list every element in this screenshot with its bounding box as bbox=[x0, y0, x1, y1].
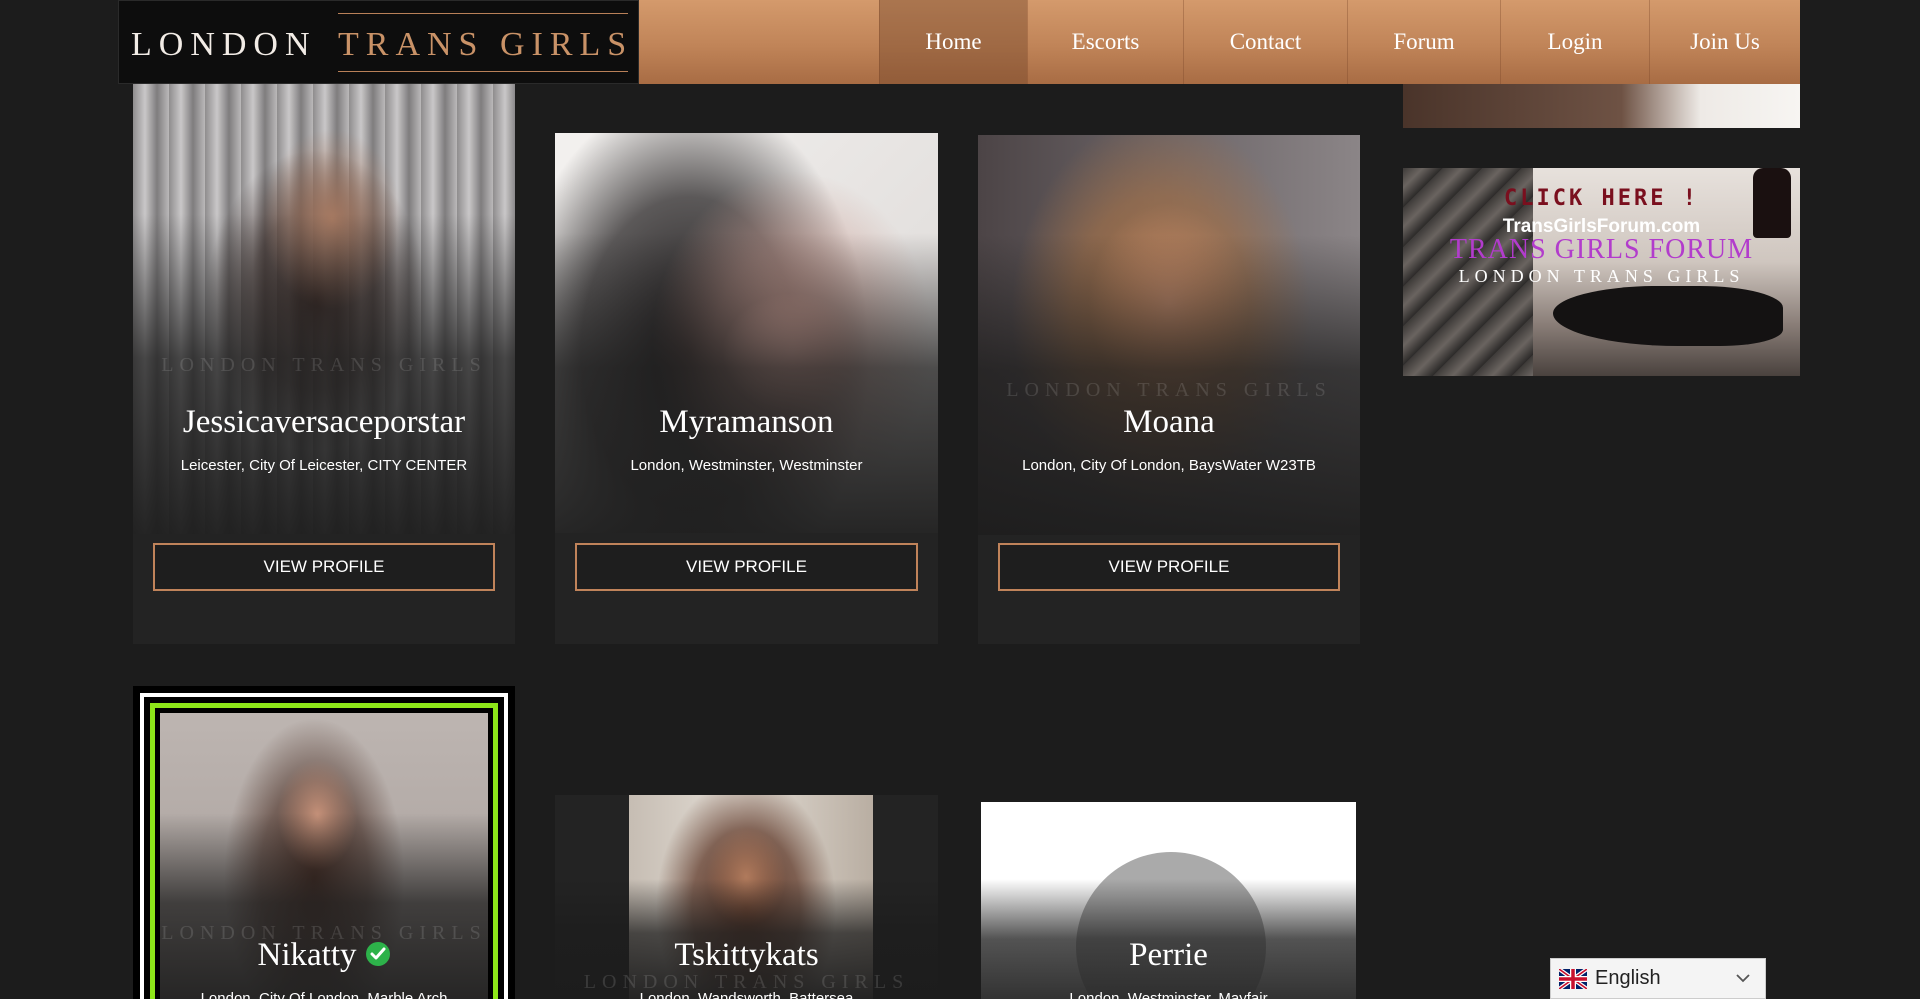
card-name: Jessicaversaceporstar bbox=[182, 404, 466, 440]
nav-forum[interactable]: Forum bbox=[1347, 0, 1500, 84]
card-name: Nikatty bbox=[257, 937, 357, 973]
site-header: LONDON TRANS GIRLS Home Escorts Contact … bbox=[118, 0, 1800, 84]
main-nav: Home Escorts Contact Forum Login Join Us bbox=[879, 0, 1800, 84]
logo-text-trans-girls: TRANS GIRLS bbox=[338, 26, 634, 63]
forum-banner[interactable]: CLICK HERE ! TransGirlsForum.com TRANS G… bbox=[1403, 168, 1800, 376]
escort-card: LONDON TRANS GIRLS Moana London, City Of… bbox=[978, 135, 1360, 644]
nav-home[interactable]: Home bbox=[879, 0, 1027, 84]
logo-line-top bbox=[338, 13, 628, 14]
uk-flag-icon bbox=[1557, 966, 1589, 991]
nav-join-us[interactable]: Join Us bbox=[1649, 0, 1800, 84]
view-profile-button[interactable]: VIEW PROFILE bbox=[153, 543, 495, 591]
language-selector[interactable]: English bbox=[1550, 958, 1766, 999]
card-watermark: LONDON TRANS GIRLS bbox=[1006, 379, 1332, 401]
nav-contact[interactable]: Contact bbox=[1183, 0, 1347, 84]
logo-text-london: LONDON bbox=[131, 26, 317, 63]
view-profile-button[interactable]: VIEW PROFILE bbox=[998, 543, 1340, 591]
escort-card: LONDON TRANS GIRLS Tskittykats London, W… bbox=[555, 795, 938, 999]
card-name: Myramanson bbox=[659, 404, 834, 440]
view-profile-button[interactable]: VIEW PROFILE bbox=[575, 543, 918, 591]
logo-line-bottom bbox=[338, 71, 628, 72]
card-location: London, Westminster, Westminster bbox=[630, 457, 863, 474]
card-name: Perrie bbox=[1129, 937, 1208, 973]
escort-card: LONDON TRANS GIRLS Jessicaversaceporstar… bbox=[133, 84, 515, 644]
card-location: London, City Of London, BaysWater W23TB bbox=[1022, 457, 1316, 474]
card-name-row: Nikatty bbox=[133, 937, 515, 974]
banner-click-text: CLICK HERE ! bbox=[1504, 186, 1699, 211]
escort-card: Perrie London, Westminster, Mayfair bbox=[981, 802, 1356, 999]
card-location: London, Wandsworth, Battersea bbox=[639, 990, 854, 999]
card-watermark: LONDON TRANS GIRLS bbox=[161, 354, 487, 376]
card-location: London, Westminster, Mayfair bbox=[1069, 990, 1268, 999]
banner-brand-text: LONDON TRANS GIRLS bbox=[1458, 266, 1745, 286]
banner-forum-text: TRANS GIRLS FORUM bbox=[1449, 234, 1754, 265]
language-label: English bbox=[1595, 967, 1661, 989]
verified-icon bbox=[366, 942, 391, 967]
escort-card: Myramanson London, Westminster, Westmins… bbox=[555, 133, 938, 644]
escort-card-featured: LONDON TRANS GIRLS Nikatty London, City … bbox=[133, 686, 515, 999]
site-logo[interactable]: LONDON TRANS GIRLS bbox=[118, 0, 639, 84]
card-name: Tskittykats bbox=[674, 937, 819, 973]
nav-escorts[interactable]: Escorts bbox=[1027, 0, 1183, 84]
chevron-down-icon bbox=[1735, 971, 1751, 989]
nav-login[interactable]: Login bbox=[1500, 0, 1649, 84]
card-location: Leicester, City Of Leicester, CITY CENTE… bbox=[180, 457, 468, 474]
sidebar-top-banner[interactable] bbox=[1403, 84, 1800, 128]
card-location: London, City Of London, Marble Arch bbox=[200, 990, 448, 999]
card-name: Moana bbox=[1123, 404, 1215, 440]
